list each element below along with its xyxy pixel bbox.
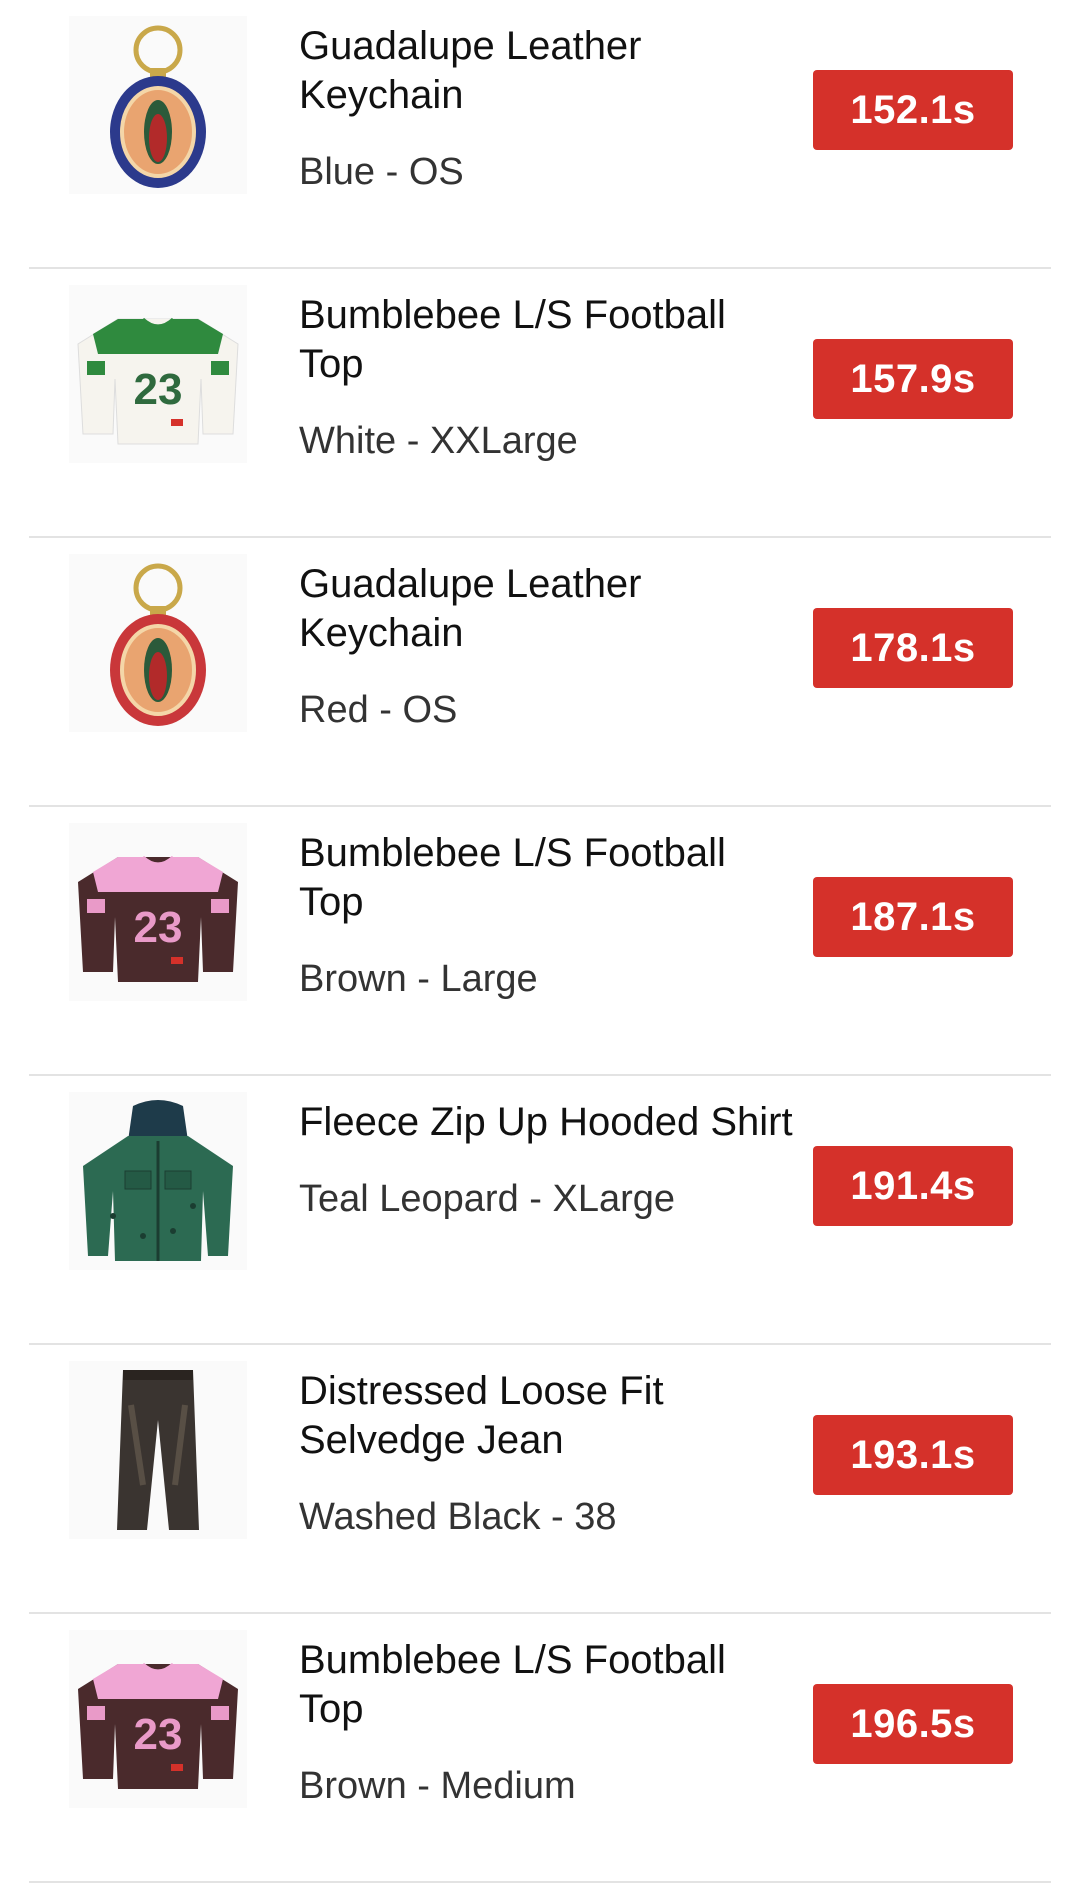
product-name: Guadalupe Leather Keychain [299, 562, 642, 655]
list-item[interactable]: Distressed Loose Fit Selvedge Jean Washe… [29, 1345, 1051, 1614]
hooded-shirt-icon [69, 1092, 247, 1270]
product-variant: Teal Leopard - XLarge [299, 1178, 676, 1220]
product-variant: Brown - Large [299, 958, 538, 1000]
jean-icon [69, 1361, 247, 1539]
product-name: Guadalupe Leather Keychain [299, 24, 642, 117]
list-item[interactable]: Guadalupe Leather Keychain Red - OS 178.… [29, 538, 1051, 807]
svg-text:23: 23 [134, 365, 183, 414]
product-name: Bumblebee L/S Football Top [299, 1638, 726, 1731]
list-item[interactable]: 23 Bumblebee L/S Football Top Brown - Me… [29, 1614, 1051, 1883]
football-top-brown-icon: 23 [69, 823, 247, 1001]
time-badge: 193.1s [813, 1415, 1013, 1495]
football-top-brown-icon: 23 [69, 1630, 247, 1808]
list-item[interactable]: 23 Bumblebee L/S Football Top White - XX… [29, 269, 1051, 538]
product-variant: Red - OS [299, 689, 458, 731]
keychain-red-icon [69, 554, 247, 732]
svg-text:23: 23 [134, 903, 183, 952]
list-item[interactable]: Fleece Zip Up Hooded Shirt Teal Leopard … [29, 1076, 1051, 1345]
time-badge: 196.5s [813, 1684, 1013, 1764]
product-name: Bumblebee L/S Football Top [299, 293, 726, 386]
product-variant: Brown - Medium [299, 1765, 576, 1807]
product-name: Fleece Zip Up Hooded Shirt [299, 1100, 793, 1144]
product-name: Distressed Loose Fit Selvedge Jean [299, 1369, 664, 1462]
product-name: Bumblebee L/S Football Top [299, 831, 726, 924]
football-top-white-icon: 23 [69, 285, 247, 463]
product-variant: Blue - OS [299, 151, 464, 193]
product-variant: White - XXLarge [299, 420, 578, 462]
time-badge: 157.9s [813, 339, 1013, 419]
time-badge: 178.1s [813, 608, 1013, 688]
time-badge: 152.1s [813, 70, 1013, 150]
time-badge: 187.1s [813, 877, 1013, 957]
svg-text:23: 23 [134, 1710, 183, 1759]
keychain-blue-icon [69, 16, 247, 194]
product-variant: Washed Black - 38 [299, 1496, 617, 1538]
list-item[interactable]: Guadalupe Leather Keychain Blue - OS 152… [29, 0, 1051, 269]
product-list: Guadalupe Leather Keychain Blue - OS 152… [0, 0, 1080, 1883]
time-badge: 191.4s [813, 1146, 1013, 1226]
list-item[interactable]: 23 Bumblebee L/S Football Top Brown - La… [29, 807, 1051, 1076]
